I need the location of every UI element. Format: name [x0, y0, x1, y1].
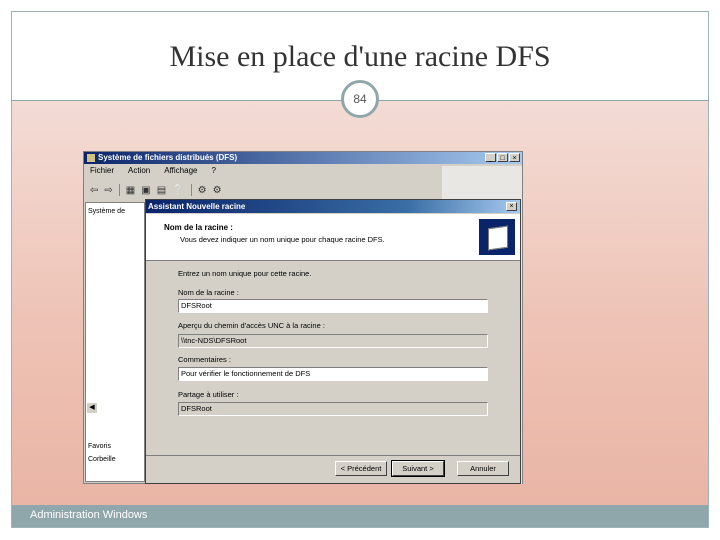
page-number-badge: 84 — [341, 80, 379, 118]
menu-fichier[interactable]: Fichier — [90, 166, 114, 180]
comment-label: Commentaires : — [178, 355, 231, 364]
tree-item-dfs[interactable]: Système de — [88, 208, 125, 215]
dfs-icon[interactable]: ⚙ — [213, 185, 222, 196]
comment-input[interactable]: Pour vérifier le fonctionnement de DFS — [178, 367, 488, 381]
menu-help[interactable]: ? — [211, 166, 215, 180]
new-root-wizard-dialog: Assistant Nouvelle racine × Nom de la ra… — [145, 199, 521, 484]
cancel-button[interactable]: Annuler — [457, 461, 509, 476]
footer-text: Administration Windows — [30, 509, 148, 521]
properties-icon[interactable]: ▣ — [141, 185, 150, 196]
console-titlebar[interactable]: Système de fichiers distribués (DFS) _ □… — [84, 152, 522, 164]
unc-path-field: \\tnc-NDS\DFSRoot — [178, 334, 488, 348]
wizard-title: Assistant Nouvelle racine — [148, 202, 246, 211]
next-button[interactable]: Suivant > — [391, 460, 445, 477]
slide-title: Mise en place d'une racine DFS — [169, 40, 551, 73]
minimize-button[interactable]: _ — [485, 153, 496, 162]
wizard-close-button[interactable]: × — [506, 202, 517, 211]
console-title: Système de fichiers distribués (DFS) — [98, 153, 238, 162]
toolbar-separator — [118, 184, 120, 196]
close-button[interactable]: × — [509, 153, 520, 162]
export-list-icon[interactable]: ▤ — [157, 185, 166, 196]
wizard-step-title: Nom de la racine : — [164, 223, 233, 232]
button-divider — [146, 455, 520, 456]
share-label: Partage à utiliser : — [178, 390, 239, 399]
menu-action[interactable]: Action — [128, 166, 150, 180]
root-name-label: Nom de la racine : — [178, 288, 239, 297]
forward-arrow-icon[interactable]: ⇨ — [104, 185, 112, 196]
console-app-icon — [87, 154, 95, 162]
dfs-root-icon — [479, 219, 515, 255]
wizard-header: Nom de la racine : Vous devez indiquer u… — [146, 214, 520, 261]
toolbar: ⇦ ⇨ ▦ ▣ ▤ ❔ ⚙ ⚙ — [86, 182, 222, 198]
help-icon[interactable]: ❔ — [172, 185, 184, 196]
toolbar-separator — [190, 184, 192, 196]
scroll-left-arrow[interactable]: ◀ — [87, 403, 97, 413]
back-button[interactable]: < Précédent — [335, 461, 387, 476]
show-hide-tree-icon[interactable]: ▦ — [126, 185, 135, 196]
unc-path-label: Aperçu du chemin d'accès UNC à la racine… — [178, 321, 325, 330]
wizard-intro-text: Entrez un nom unique pour cette racine. — [178, 269, 312, 278]
root-name-input[interactable]: DFSRoot — [178, 299, 488, 313]
maximize-button[interactable]: □ — [497, 153, 508, 162]
tree-item-corbeille[interactable]: Corbeille — [88, 456, 116, 463]
tree-pane: Système de ◀ Favoris Corbeille — [85, 202, 145, 482]
menu-affichage[interactable]: Affichage — [164, 166, 197, 180]
share-field: DFSRoot — [178, 402, 488, 416]
tree-item-favoris[interactable]: Favoris — [88, 443, 111, 450]
menu-bar: Fichier Action Affichage ? — [84, 166, 216, 180]
wizard-step-subtitle: Vous devez indiquer un nom unique pour c… — [180, 235, 385, 244]
wizard-titlebar[interactable]: Assistant Nouvelle racine × — [146, 200, 520, 213]
dfs-icon[interactable]: ⚙ — [198, 185, 207, 196]
back-arrow-icon[interactable]: ⇦ — [90, 185, 98, 196]
